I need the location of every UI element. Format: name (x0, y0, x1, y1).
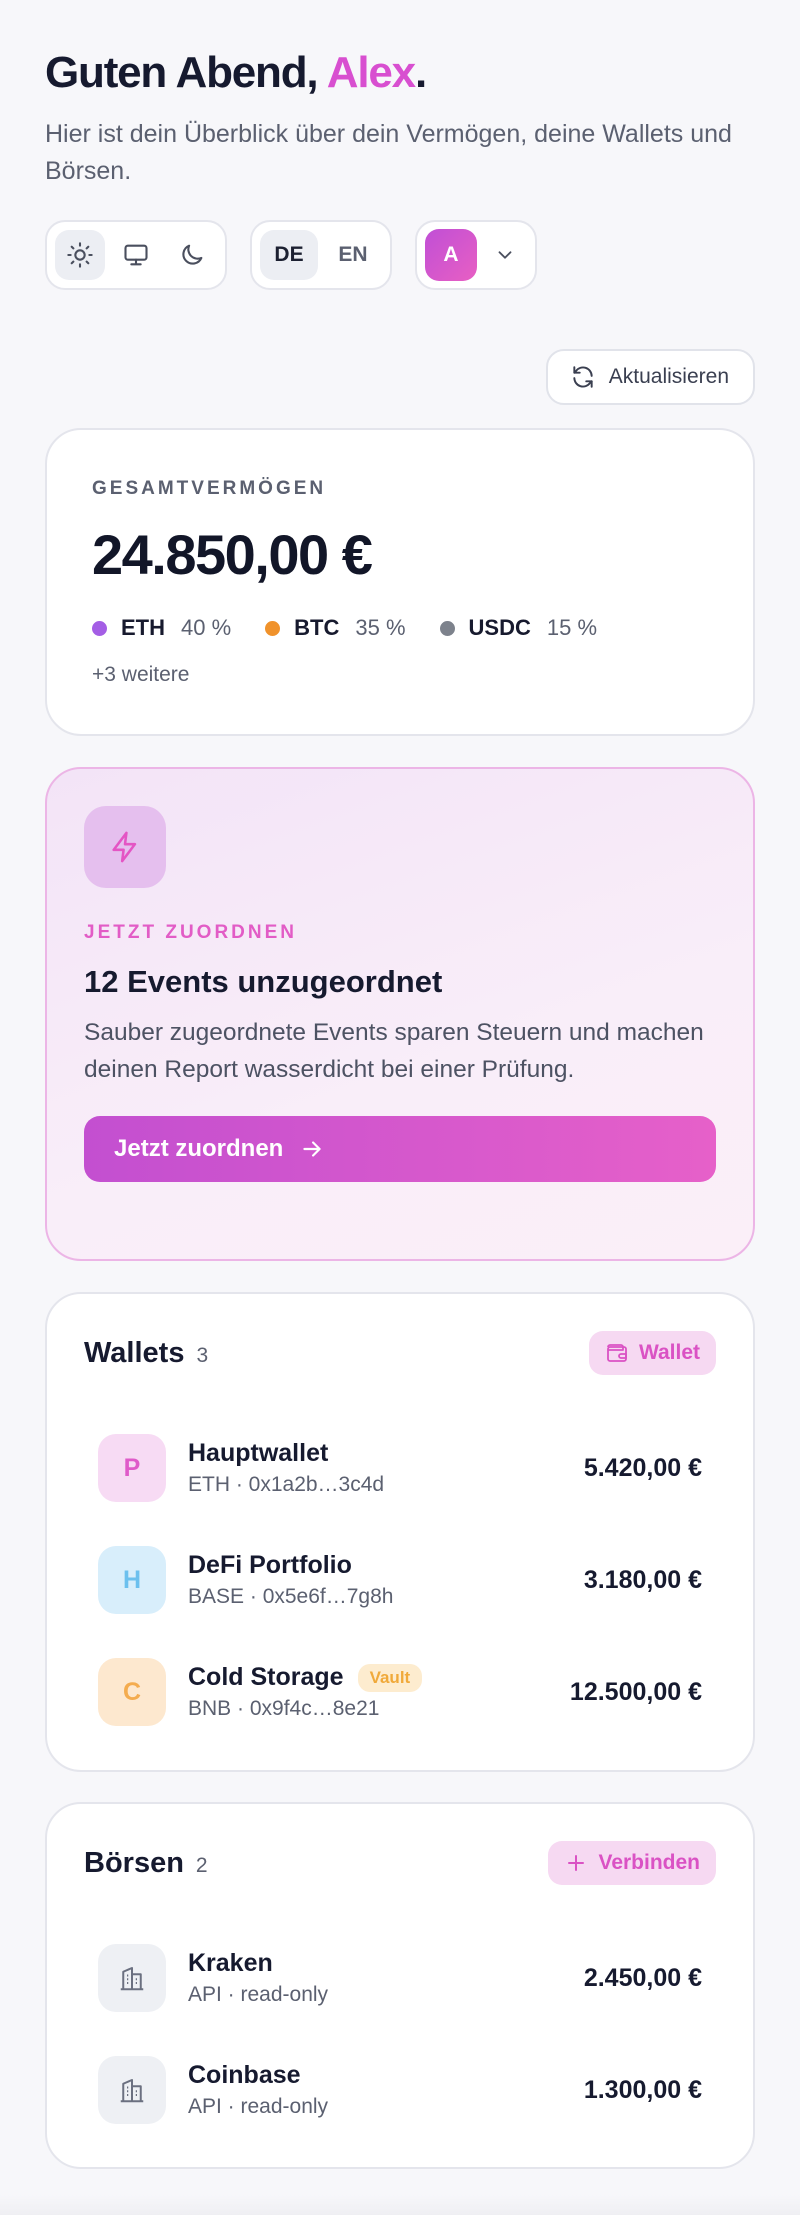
wallet-info: DeFi Portfolio BASE · 0x5e6f…7g8h (188, 1551, 584, 1609)
promo-title: 12 Events unzugeordnet (84, 964, 443, 999)
greeting-suffix: . (414, 48, 427, 97)
account-menu-button[interactable]: A (415, 220, 537, 290)
wallet-icon (607, 1344, 627, 1362)
wallet-avatar: C (98, 1658, 166, 1726)
exchange-value: 2.450,00 € (583, 1963, 702, 1992)
assign-now-button[interactable]: Jetzt zuordnen (84, 1116, 716, 1182)
language-switcher: DE EN (250, 220, 392, 290)
promo-text: Sauber zugeordnete Events sparen Steuern… (84, 1019, 704, 1083)
total-assets-card: GESAMTVERMÖGEN 24.850,00 € ETH 40 % BTC … (45, 428, 755, 736)
wallets-header: Wallets 3 Wallet (84, 1294, 716, 1412)
exchanges-card: Börsen 2 Verbinden Kraken API · read-only… (45, 1802, 755, 2169)
allocation-symbol: USDC (468, 615, 531, 640)
exchanges-count: 2 (195, 1853, 208, 1877)
allocation-list: ETH 40 % BTC 35 % USDC 15 % (92, 615, 708, 641)
exchange-access: API · read-only (188, 2095, 329, 2118)
moon-icon (182, 244, 203, 265)
refresh-label: Aktualisieren (608, 365, 729, 388)
vault-badge: Vault (357, 1663, 423, 1692)
plus-icon (568, 1855, 585, 1871)
chevron-down-icon (483, 230, 527, 280)
wallets-title-text: Wallets (84, 1336, 185, 1369)
bottom-fade (0, 2195, 800, 2215)
wallet-value: 3.180,00 € (583, 1565, 702, 1594)
wallet-row[interactable]: H DeFi Portfolio BASE · 0x5e6f…7g8h 3.18… (84, 1524, 716, 1636)
allocation-dot (92, 620, 107, 636)
refresh-button[interactable]: Aktualisieren (545, 349, 755, 405)
exchange-value: 1.300,00 € (583, 2075, 702, 2104)
connect-exchange-label: Verbinden (598, 1851, 700, 1874)
connect-exchange-button[interactable]: Verbinden (548, 1841, 716, 1885)
add-wallet-label: Wallet (638, 1341, 700, 1364)
allocation-percent: 35 % (355, 615, 406, 640)
wallet-name: Cold Storage Vault (188, 1663, 570, 1692)
theme-switcher (45, 220, 227, 290)
wallet-name-text: Cold Storage (188, 1663, 344, 1691)
wallets-card: Wallets 3 Wallet P Hauptwallet ETH · 0x1a… (45, 1292, 755, 1772)
exchange-access: API · read-only (188, 1983, 329, 2006)
wallet-name-text: Hauptwallet (188, 1439, 329, 1467)
avatar: A (425, 229, 477, 281)
wallet-address: BASE · 0x5e6f…7g8h (188, 1585, 394, 1608)
theme-light-button[interactable] (55, 230, 105, 280)
top-controls: DE EN A (45, 220, 537, 290)
exchange-row[interactable]: Kraken API · read-only 2.450,00 € (84, 1922, 716, 2034)
total-eyebrow: GESAMTVERMÖGEN (92, 478, 327, 499)
allocation-symbol: ETH (121, 615, 165, 640)
allocation-percent: 40 % (181, 615, 232, 640)
theme-dark-button[interactable] (167, 230, 217, 280)
wallet-row[interactable]: P Hauptwallet ETH · 0x1a2b…3c4d 5.420,00… (84, 1412, 716, 1524)
wallet-address: BNB · 0x9f4c…8e21 (188, 1697, 380, 1720)
allocation-btc: BTC 35 % (265, 615, 406, 641)
dashboard-page: Guten Abend, Alex. Hier ist dein Überbli… (0, 0, 800, 2215)
wallet-name: Hauptwallet (188, 1439, 584, 1468)
wallet-avatar: H (98, 1546, 166, 1614)
arrow-right-icon (303, 1141, 322, 1157)
building-icon (98, 2056, 166, 2124)
add-wallet-button[interactable]: Wallet (588, 1331, 716, 1375)
total-value: 24.850,00 € (92, 523, 373, 586)
language-de-button[interactable]: DE (260, 230, 318, 280)
allocation-eth: ETH 40 % (92, 615, 231, 641)
language-en-button[interactable]: EN (324, 230, 382, 280)
exchanges-title-text: Börsen (84, 1846, 184, 1879)
allocation-dot (265, 620, 281, 636)
theme-system-button[interactable] (111, 230, 161, 280)
allocation-percent: 15 % (546, 615, 598, 640)
allocation-symbol: BTC (294, 615, 340, 640)
exchange-name: Coinbase (188, 2061, 301, 2089)
wallet-name-text: DeFi Portfolio (188, 1551, 352, 1579)
assign-now-label: Jetzt zuordnen (114, 1135, 284, 1162)
wallet-info: Hauptwallet ETH · 0x1a2b…3c4d (188, 1439, 584, 1497)
wallet-avatar: P (98, 1434, 166, 1502)
page-subtitle: Hier ist dein Überblick über dein Vermög… (45, 120, 732, 185)
exchange-name: Kraken (188, 1949, 273, 1977)
exchange-info: Coinbase API · read-only (188, 2061, 584, 2119)
exchanges-header: Börsen 2 Verbinden (84, 1804, 716, 1922)
allocation-dot (439, 620, 455, 636)
wallets-count: 3 (196, 1343, 209, 1367)
wallet-info: Cold Storage Vault BNB · 0x9f4c…8e21 (188, 1663, 570, 1721)
greeting-prefix: Guten Abend, (45, 48, 327, 97)
wallets-title: Wallets 3 (84, 1337, 208, 1370)
unassigned-events-card: JETZT ZUORDNEN 12 Events unzugeordnet Sa… (45, 767, 755, 1261)
more-assets-link[interactable]: +3 weitere (92, 663, 708, 687)
exchanges-title: Börsen 2 (84, 1847, 208, 1880)
greeting-name: Alex (326, 48, 416, 97)
allocation-usdc: USDC 15 % (439, 615, 598, 641)
building-icon (98, 1944, 166, 2012)
lightning-icon (84, 806, 166, 888)
wallet-name: DeFi Portfolio (188, 1551, 584, 1580)
monitor-icon (124, 244, 148, 266)
greeting-heading: Guten Abend, Alex. (45, 48, 427, 98)
wallet-value: 5.420,00 € (583, 1453, 702, 1482)
refresh-icon (573, 366, 593, 388)
exchange-info: Kraken API · read-only (188, 1949, 584, 2007)
sun-icon (67, 242, 93, 268)
exchange-row[interactable]: Coinbase API · read-only 1.300,00 € (84, 2034, 716, 2146)
wallet-value: 12.500,00 € (569, 1677, 702, 1706)
promo-eyebrow: JETZT ZUORDNEN (84, 922, 297, 943)
wallet-address: ETH · 0x1a2b…3c4d (188, 1473, 385, 1496)
wallet-row[interactable]: C Cold Storage Vault BNB · 0x9f4c…8e21 12… (84, 1636, 716, 1748)
